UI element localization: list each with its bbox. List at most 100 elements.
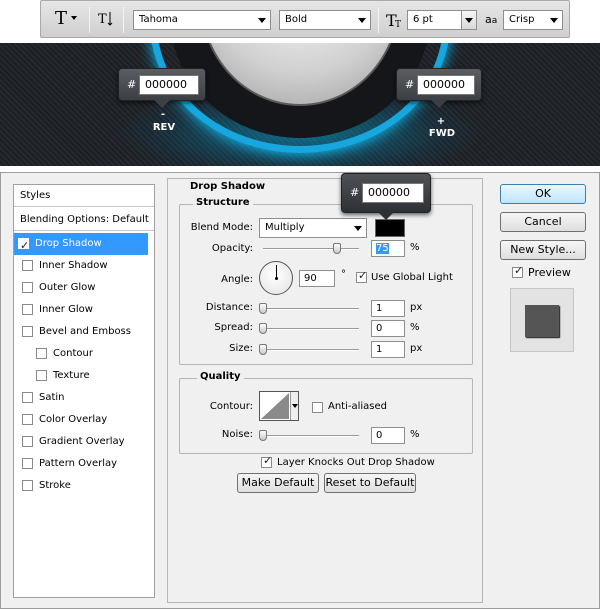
styles-header[interactable]: Styles [14,185,154,207]
rev-symbol: - [160,109,166,120]
style-item-drop-shadow[interactable]: Drop Shadow [14,233,148,257]
style-preview-swatch [525,305,559,337]
noise-slider-thumb[interactable] [259,430,267,441]
style-item-checkbox[interactable] [22,392,33,403]
preview-checkbox[interactable]: Preview [512,264,592,281]
svg-text:T: T [98,12,107,27]
blend-mode-select[interactable]: Multiply [259,218,367,238]
style-item-label: Inner Glow [39,304,93,315]
distance-slider-thumb[interactable] [259,303,267,314]
style-item-label: Contour [53,348,93,359]
opacity-slider[interactable] [263,248,359,250]
type-tool-icon[interactable]: T [55,10,67,28]
distance-slider[interactable] [263,308,359,310]
style-item-checkbox[interactable] [18,235,29,257]
spread-slider-thumb[interactable] [259,323,267,334]
noise-input[interactable]: 0 [371,427,405,444]
spread-input[interactable]: 0 [371,320,405,337]
style-item-checkbox[interactable] [22,414,33,425]
anti-aliased-checkbox[interactable]: Anti-aliased [312,400,422,416]
style-item-stroke[interactable]: Stroke [18,475,150,497]
spread-unit: % [410,322,420,333]
style-item-outer-glow[interactable]: Outer Glow [18,277,150,299]
style-item-pattern-overlay[interactable]: Pattern Overlay [18,453,150,475]
size-slider-thumb[interactable] [259,344,267,355]
text-orientation-icon[interactable]: T [97,10,115,28]
style-item-checkbox[interactable] [22,436,33,447]
style-item-checkbox[interactable] [36,370,47,381]
make-default-button[interactable]: Make Default [237,473,319,493]
size-slider[interactable] [263,349,359,351]
antialias-select[interactable]: Crisp [503,10,563,30]
toolbar-divider [89,7,90,33]
size-value: 1 [376,344,383,355]
style-item-checkbox[interactable] [22,304,33,315]
layer-knockout-checkbox[interactable]: Layer Knocks Out Drop Shadow [261,454,461,471]
style-item-checkbox[interactable] [36,348,47,359]
angle-unit: ° [341,269,346,280]
style-item-gradient-overlay[interactable]: Gradient Overlay [18,431,150,453]
anti-aliased-label: Anti-aliased [328,401,388,412]
global-light-checkbox[interactable]: Use Global Light [356,269,476,286]
style-item-texture[interactable]: Texture [32,365,164,387]
fwd-color-badge: # 000000 [396,68,482,108]
antialias-icon: aa [485,13,497,26]
style-item-label: Satin [39,392,65,403]
new-style-button[interactable]: New Style... [500,240,586,260]
antialias-value: Crisp [509,14,535,25]
font-style-select[interactable]: Bold [279,10,371,30]
layer-knockout-checkmark [261,454,272,468]
font-size-dropdown-button[interactable] [461,11,476,29]
rev-label: REV [152,122,176,133]
style-item-checkbox[interactable] [22,480,33,491]
style-item-checkbox[interactable] [22,260,33,271]
reset-to-default-button[interactable]: Reset to Default [324,473,416,493]
cancel-button[interactable]: Cancel [500,212,586,232]
spread-slider[interactable] [263,328,359,330]
angle-input[interactable]: 90 [299,270,335,287]
spread-value: 0 [376,323,383,334]
svg-text:T: T [395,20,401,30]
fwd-symbol: + [436,116,446,127]
antialias-icon-a1: a [485,13,492,26]
layer-style-dialog: Styles Blending Options: Default Drop Sh… [0,172,600,609]
style-item-checkbox[interactable] [22,326,33,337]
size-input[interactable]: 1 [371,341,405,358]
style-preview-box [510,288,574,352]
blend-mode-label: Blend Mode: [190,222,253,233]
style-item-label: Stroke [39,480,71,491]
styles-list-panel: Styles Blending Options: Default Drop Sh… [13,184,155,598]
style-item-bevel-and-emboss[interactable]: Bevel and Emboss [18,321,150,343]
style-item-inner-shadow[interactable]: Inner Shadow [18,255,150,277]
color-badge-hash: # [350,186,360,199]
style-item-checkbox[interactable] [22,458,33,469]
opacity-slider-thumb[interactable] [333,243,341,254]
font-family-select[interactable]: Tahoma [133,10,271,30]
style-item-satin[interactable]: Satin [18,387,150,409]
font-size-icon: TT [386,10,404,30]
fwd-badge-hash: # [405,78,415,91]
quality-group [179,378,473,454]
distance-input[interactable]: 1 [371,300,405,317]
angle-dial[interactable] [259,261,293,295]
style-item-checkbox[interactable] [22,282,33,293]
anti-aliased-box [312,402,323,413]
opacity-input[interactable]: 75 [371,240,405,257]
rev-badge-hash: # [127,78,137,91]
style-item-label: Gradient Overlay [39,436,125,447]
style-item-contour[interactable]: Contour [32,343,164,365]
noise-unit: % [410,429,420,440]
style-item-label: Bevel and Emboss [39,326,131,337]
contour-dropdown-button[interactable] [290,392,298,420]
font-size-select[interactable]: 6 pt [407,10,477,30]
contour-picker[interactable] [259,391,299,421]
blending-options-item[interactable]: Blending Options: Default [14,209,154,231]
style-item-color-overlay[interactable]: Color Overlay [18,409,150,431]
style-item-inner-glow[interactable]: Inner Glow [18,299,150,321]
style-item-label: Inner Shadow [39,260,108,271]
noise-slider[interactable] [263,435,359,437]
shadow-color-swatch[interactable] [375,219,405,237]
tool-preset-arrow-icon[interactable] [71,16,77,20]
size-unit: px [410,343,423,354]
ok-button[interactable]: OK [500,184,586,204]
